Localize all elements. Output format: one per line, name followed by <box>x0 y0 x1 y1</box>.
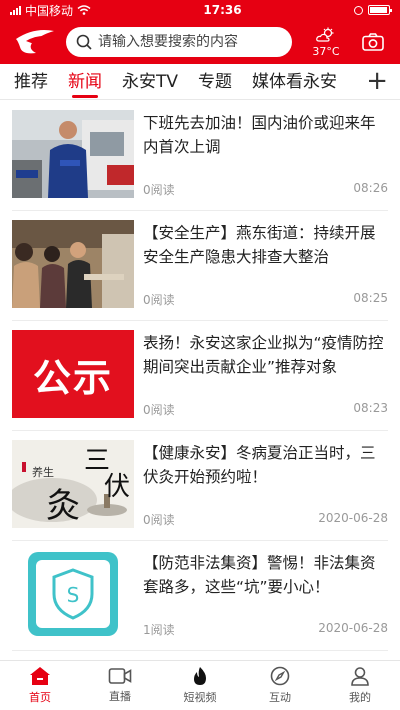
weather-widget[interactable]: 37°C <box>302 27 350 58</box>
status-bar: 中国移动 17:36 <box>0 0 400 20</box>
user-icon <box>351 667 369 686</box>
search-icon <box>76 34 92 50</box>
bottom-navigation: 首页 直播 短视频 互动 我的 <box>0 660 400 710</box>
news-title[interactable]: 【安全生产】燕东街道：持续开展安全生产隐患大排查大整治 <box>143 221 388 269</box>
read-count: 1阅读 <box>143 623 175 637</box>
news-item[interactable]: S 【防范非法集资】警惕！非法集资套路多，这些“坑”要小心！ 1阅读 2020-… <box>12 541 388 651</box>
wifi-icon <box>77 5 91 15</box>
nav-mine-label: 我的 <box>349 691 371 704</box>
read-count: 0阅读 <box>143 293 175 307</box>
orientation-lock-icon <box>354 5 363 15</box>
nav-home[interactable]: 首页 <box>0 661 80 710</box>
nav-live-label: 直播 <box>109 690 131 703</box>
tab-news[interactable]: 新闻 <box>68 64 102 100</box>
notice-thumb-text: 公示 <box>32 355 113 400</box>
news-item[interactable]: 下班先去加油！国内油价或迎来年内首次上调 0阅读 08:26 <box>12 101 388 211</box>
flame-icon <box>194 667 206 685</box>
news-time: 2020-06-28 <box>318 511 388 525</box>
logo-icon[interactable] <box>8 24 60 60</box>
tab-recommend[interactable]: 推荐 <box>14 64 48 100</box>
news-time: 2020-06-28 <box>318 621 388 635</box>
news-thumbnail <box>12 220 134 308</box>
news-list: 下班先去加油！国内油价或迎来年内首次上调 0阅读 08:26 【安全生产】燕东街… <box>0 101 400 660</box>
camera-button[interactable] <box>358 33 388 51</box>
read-count: 0阅读 <box>143 183 175 197</box>
camera-icon <box>362 33 384 51</box>
video-icon <box>108 668 132 684</box>
tab-yongan-tv[interactable]: 永安TV <box>122 64 178 100</box>
news-title[interactable]: 【健康永安】冬病夏治正当时，三伏灸开始预约啦！ <box>143 441 388 489</box>
news-thumbnail: S <box>12 550 134 638</box>
news-item[interactable]: 【安全生产】燕东街道：持续开展安全生产隐患大排查大整治 0阅读 08:25 <box>12 211 388 321</box>
news-time: 08:23 <box>353 401 388 415</box>
nav-home-label: 首页 <box>29 691 51 704</box>
weather-icon <box>316 27 334 42</box>
nav-interact[interactable]: 互动 <box>240 661 320 710</box>
app-header: 中国移动 17:36 37°C <box>0 0 400 64</box>
search-input[interactable] <box>98 34 278 50</box>
add-tab-button[interactable]: + <box>366 64 388 100</box>
nav-mine[interactable]: 我的 <box>320 661 400 710</box>
status-time: 17:36 <box>203 3 242 17</box>
nav-interact-label: 互动 <box>269 691 291 704</box>
news-time: 08:25 <box>353 291 388 305</box>
news-thumbnail: 公示 <box>12 330 134 418</box>
weather-temp: 37°C <box>312 44 340 58</box>
category-tabs: 推荐 新闻 永安TV 专题 媒体看永安 + <box>0 64 400 100</box>
news-title[interactable]: 【防范非法集资】警惕！非法集资套路多，这些“坑”要小心！ <box>143 551 388 599</box>
nav-short-video-label: 短视频 <box>183 691 217 704</box>
search-bar[interactable] <box>66 27 292 57</box>
news-title[interactable]: 下班先去加油！国内油价或迎来年内首次上调 <box>143 111 388 159</box>
read-count: 0阅读 <box>143 403 175 417</box>
news-title[interactable]: 表扬！永安这家企业拟为“疫情防控期间突出贡献企业”推荐对象 <box>143 331 388 379</box>
thumb-char-2: 伏 <box>104 472 131 502</box>
news-item[interactable]: 公示 表扬！永安这家企业拟为“疫情防控期间突出贡献企业”推荐对象 0阅读 08:… <box>12 321 388 431</box>
battery-icon <box>368 5 392 15</box>
news-item[interactable]: 三 伏 灸 养生 【健康永安】冬病夏治正当时，三伏灸开始预约啦！ 0阅读 202… <box>12 431 388 541</box>
news-thumbnail: 三 伏 灸 养生 <box>12 440 134 528</box>
news-thumbnail <box>12 110 134 198</box>
svg-text:S: S <box>67 583 80 607</box>
compass-icon <box>270 666 290 686</box>
nav-short-video[interactable]: 短视频 <box>160 661 240 710</box>
thumb-char-4: 养生 <box>32 466 54 479</box>
tab-media-view[interactable]: 媒体看永安 <box>252 64 337 100</box>
read-count: 0阅读 <box>143 513 175 527</box>
news-time: 08:26 <box>353 181 388 195</box>
nav-live[interactable]: 直播 <box>80 661 160 710</box>
signal-icon <box>10 5 21 15</box>
thumb-char-3: 灸 <box>46 486 80 526</box>
home-icon <box>30 667 50 685</box>
tab-topics[interactable]: 专题 <box>198 64 232 100</box>
carrier-label: 中国移动 <box>25 3 74 18</box>
